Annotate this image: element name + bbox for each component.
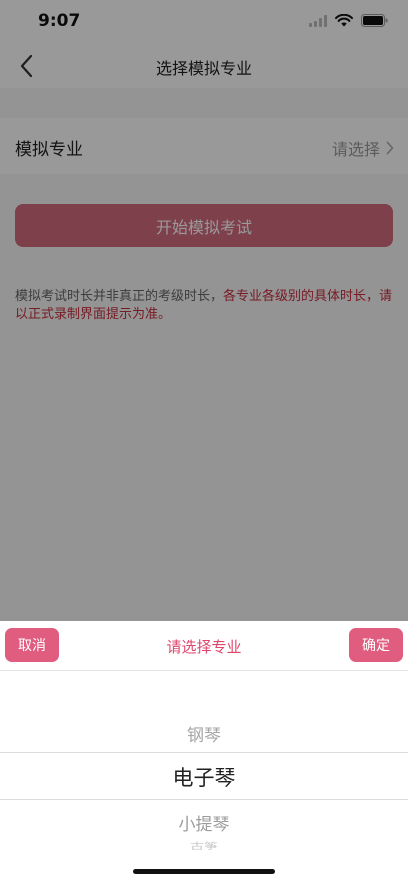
picker-option[interactable]: 古筝 <box>0 840 408 852</box>
selection-top-line <box>0 752 408 753</box>
picker-option[interactable]: 钢琴 <box>0 721 408 746</box>
picker-option-selected[interactable]: 电子琴 <box>0 762 408 792</box>
picker-option[interactable]: 小提琴 <box>0 810 408 835</box>
home-indicator <box>133 869 275 874</box>
major-picker-wheel[interactable]: 钢琴 电子琴 小提琴 古筝 <box>0 671 408 861</box>
major-picker-sheet: 取消 请选择专业 确定 钢琴 电子琴 小提琴 古筝 <box>0 621 408 883</box>
selection-bottom-line <box>0 799 408 800</box>
confirm-button[interactable]: 确定 <box>349 628 403 662</box>
picker-title: 请选择专业 <box>166 638 242 656</box>
picker-toolbar: 取消 请选择专业 确定 <box>0 621 408 671</box>
